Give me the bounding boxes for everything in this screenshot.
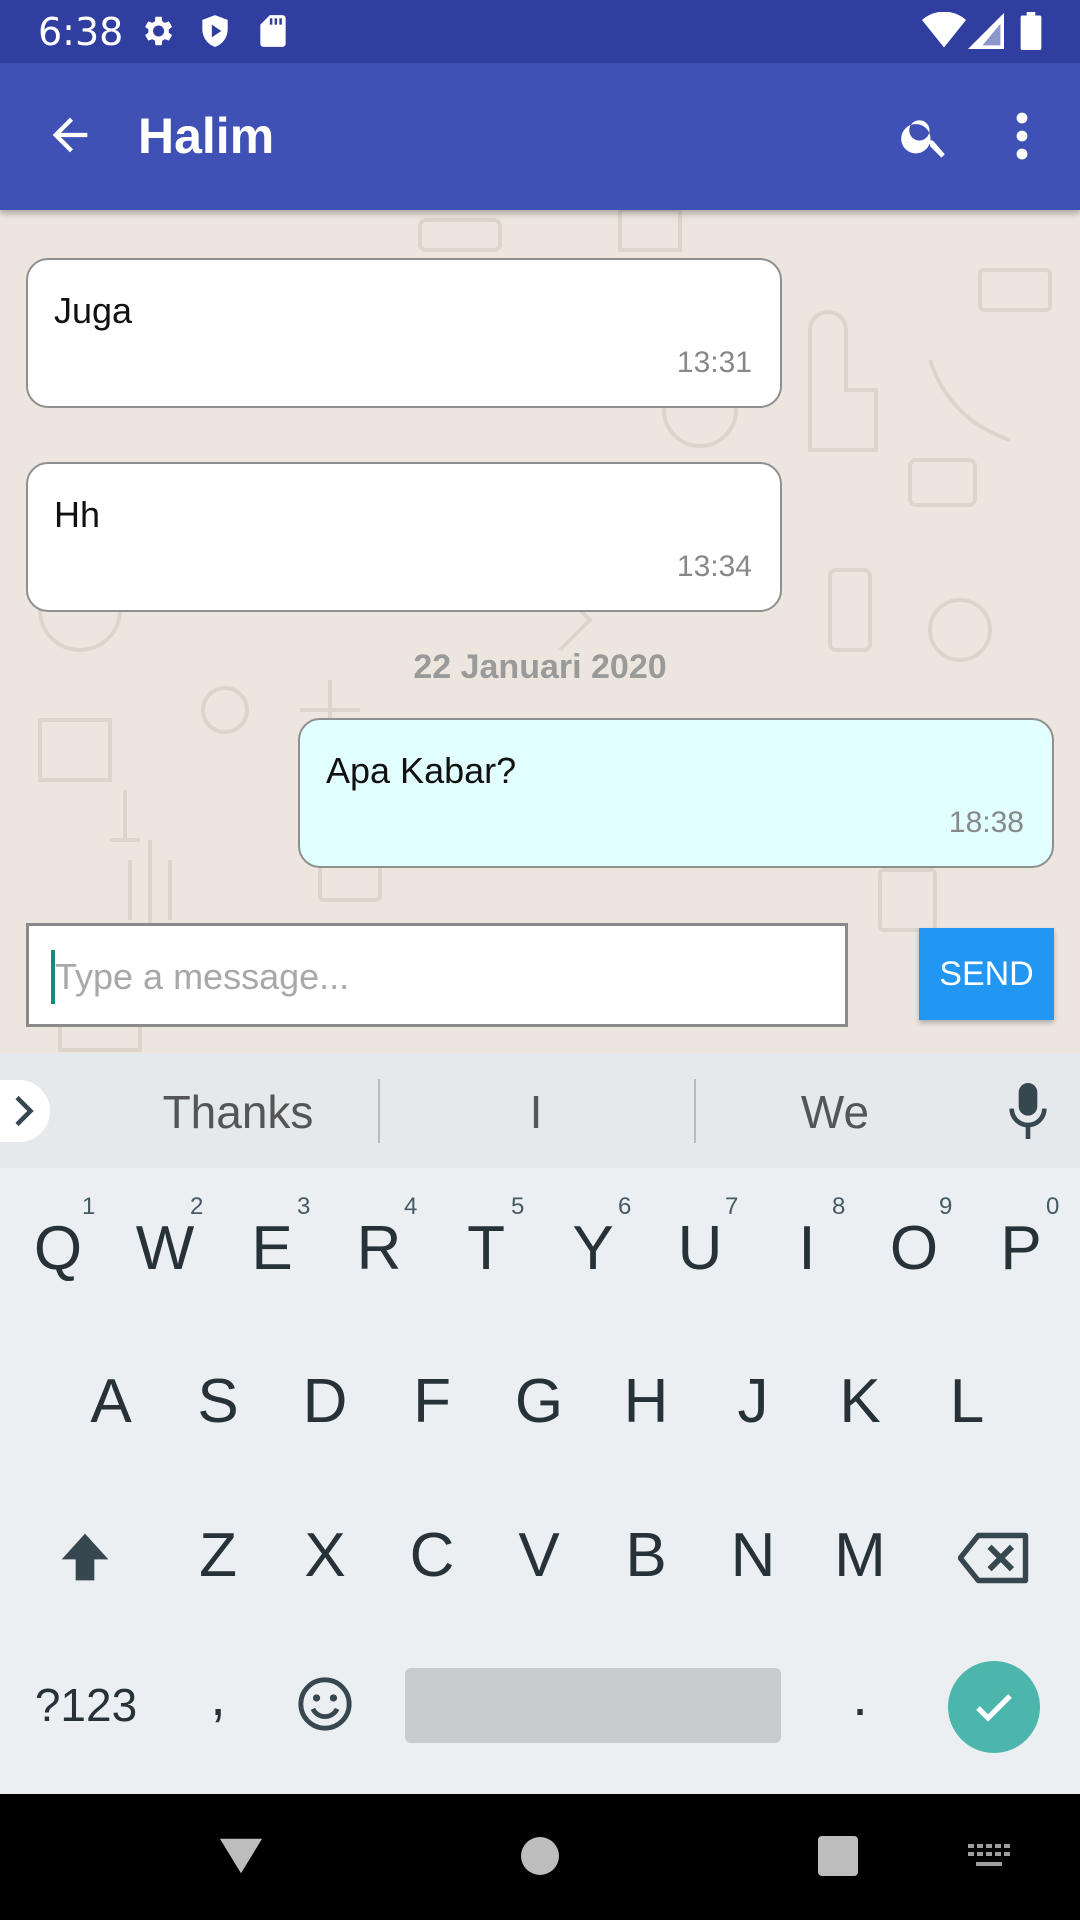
key-v[interactable]: V bbox=[494, 1520, 584, 1591]
key-s[interactable]: S bbox=[173, 1366, 263, 1437]
navigation-bar bbox=[0, 1794, 1080, 1920]
suggestion-divider bbox=[694, 1079, 696, 1143]
suggestion-1[interactable]: Thanks bbox=[138, 1085, 338, 1139]
message-bubble-outgoing[interactable]: Apa Kabar? 18:38 bbox=[298, 718, 1054, 868]
back-arrow-icon[interactable] bbox=[44, 109, 96, 161]
key-k[interactable]: K bbox=[815, 1366, 905, 1437]
key-e[interactable]: E bbox=[227, 1213, 317, 1284]
symbols-key[interactable]: ?123 bbox=[26, 1678, 146, 1732]
expand-toolbar-button[interactable] bbox=[0, 1080, 50, 1142]
key-b[interactable]: B bbox=[601, 1520, 691, 1591]
checkmark-icon bbox=[976, 1694, 1012, 1722]
key-g[interactable]: G bbox=[494, 1366, 584, 1437]
key-q[interactable]: Q bbox=[13, 1213, 103, 1284]
signal-icon bbox=[968, 13, 1004, 49]
key-period[interactable]: . bbox=[815, 1663, 905, 1728]
page-title: Halim bbox=[138, 108, 275, 164]
key-w[interactable]: W bbox=[120, 1213, 210, 1284]
status-time: 6:38 bbox=[38, 10, 124, 54]
sd-card-icon bbox=[260, 15, 286, 47]
key-t[interactable]: T bbox=[441, 1213, 531, 1284]
key-p[interactable]: P bbox=[976, 1213, 1066, 1284]
chevron-right-icon bbox=[15, 1095, 34, 1127]
key-y[interactable]: Y bbox=[548, 1213, 638, 1284]
app-bar: Halim bbox=[0, 63, 1080, 210]
key-r[interactable]: R bbox=[334, 1213, 424, 1284]
key-hint: 5 bbox=[511, 1193, 525, 1220]
key-hint: 3 bbox=[297, 1193, 311, 1220]
suggestion-2[interactable]: I bbox=[436, 1085, 636, 1139]
enter-button[interactable] bbox=[948, 1661, 1040, 1753]
key-hint: 2 bbox=[190, 1193, 204, 1220]
suggestion-divider bbox=[378, 1079, 380, 1143]
message-time: 13:34 bbox=[676, 550, 752, 583]
key-o[interactable]: O bbox=[869, 1213, 959, 1284]
settings-icon bbox=[145, 16, 173, 46]
key-hint: 9 bbox=[939, 1193, 953, 1220]
soft-keyboard: Thanks I We Q W E R T Y U I O P 1 2 3 4 … bbox=[0, 1053, 1080, 1794]
back-triangle-icon[interactable] bbox=[218, 1836, 264, 1876]
key-f[interactable]: F bbox=[387, 1366, 477, 1437]
emoji-icon[interactable] bbox=[296, 1675, 354, 1733]
recents-square-icon[interactable] bbox=[818, 1836, 858, 1876]
key-a[interactable]: A bbox=[66, 1366, 156, 1437]
key-z[interactable]: Z bbox=[173, 1520, 263, 1591]
more-vert-icon[interactable] bbox=[1000, 109, 1044, 163]
key-m[interactable]: M bbox=[815, 1520, 905, 1591]
space-bar[interactable] bbox=[405, 1668, 781, 1743]
key-hint: 4 bbox=[404, 1193, 418, 1220]
key-u[interactable]: U bbox=[655, 1213, 745, 1284]
message-time: 18:38 bbox=[948, 806, 1024, 839]
key-j[interactable]: J bbox=[708, 1366, 798, 1437]
shift-icon[interactable] bbox=[56, 1529, 114, 1585]
key-c[interactable]: C bbox=[387, 1520, 477, 1591]
message-bubble-incoming[interactable]: Juga 13:31 bbox=[26, 258, 782, 408]
key-comma[interactable]: , bbox=[173, 1663, 263, 1728]
key-i[interactable]: I bbox=[762, 1213, 852, 1284]
message-input[interactable]: Type a message... bbox=[26, 923, 848, 1027]
suggestion-strip: Thanks I We bbox=[0, 1053, 1080, 1168]
shield-play-icon bbox=[202, 15, 228, 47]
keyboard-switch-icon[interactable] bbox=[968, 1844, 1010, 1870]
message-text: Hh bbox=[54, 494, 101, 535]
status-bar: 6:38 bbox=[0, 0, 1080, 63]
key-h[interactable]: H bbox=[601, 1366, 691, 1437]
send-button[interactable]: SEND bbox=[919, 928, 1054, 1020]
message-text: Apa Kabar? bbox=[326, 750, 517, 791]
wifi-icon bbox=[922, 12, 966, 48]
key-d[interactable]: D bbox=[280, 1366, 370, 1437]
key-x[interactable]: X bbox=[280, 1520, 370, 1591]
key-hint: 6 bbox=[618, 1193, 632, 1220]
key-l[interactable]: L bbox=[922, 1366, 1012, 1437]
message-time: 13:31 bbox=[676, 346, 752, 379]
microphone-icon[interactable] bbox=[1008, 1083, 1048, 1139]
message-text: Juga bbox=[54, 290, 133, 331]
key-hint: 0 bbox=[1046, 1193, 1060, 1220]
key-hint: 8 bbox=[832, 1193, 846, 1220]
chat-area[interactable]: Juga 13:31 Hh 13:34 22 Januari 2020 Apa … bbox=[0, 210, 1080, 1053]
date-separator: 22 Januari 2020 bbox=[413, 648, 667, 686]
battery-icon bbox=[1020, 12, 1042, 50]
backspace-icon[interactable] bbox=[958, 1531, 1030, 1585]
key-hint: 1 bbox=[82, 1193, 96, 1220]
suggestion-3[interactable]: We bbox=[735, 1085, 935, 1139]
home-circle-icon[interactable] bbox=[520, 1836, 560, 1876]
search-icon[interactable] bbox=[898, 109, 952, 163]
key-hint: 7 bbox=[725, 1193, 739, 1220]
message-bubble-incoming[interactable]: Hh 13:34 bbox=[26, 462, 782, 612]
message-input-placeholder: Type a message... bbox=[55, 956, 350, 997]
key-n[interactable]: N bbox=[708, 1520, 798, 1591]
